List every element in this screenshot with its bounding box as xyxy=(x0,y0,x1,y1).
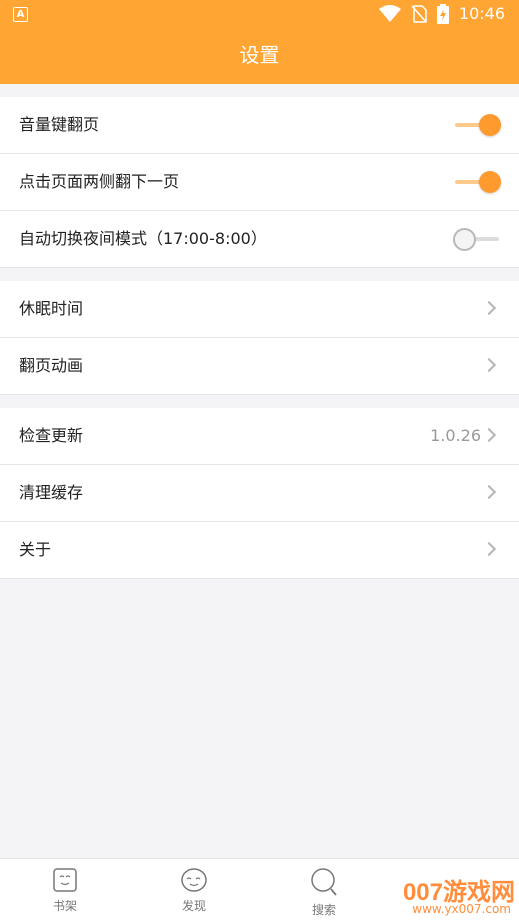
setting-label: 检查更新 xyxy=(19,426,84,445)
status-bar: A 10:46 xyxy=(0,0,519,28)
watermark-url: www.yx007.com xyxy=(412,902,511,916)
search-icon xyxy=(311,868,337,896)
setting-check-update[interactable]: 检查更新 1.0.26 xyxy=(0,408,519,465)
setting-tap-sides-next-page[interactable]: 点击页面两侧翻下一页 xyxy=(0,154,519,211)
switch-knob xyxy=(479,114,501,136)
discover-icon xyxy=(181,868,207,892)
setting-auto-night-mode[interactable]: 自动切换夜间模式（17:00-8:00） xyxy=(0,211,519,268)
bookshelf-icon xyxy=(53,868,77,892)
app-a-icon: A xyxy=(13,7,28,22)
chevron-right-icon xyxy=(481,484,497,500)
status-time: 10:46 xyxy=(458,4,505,23)
setting-label: 自动切换夜间模式（17:00-8:00） xyxy=(19,229,267,248)
setting-label: 音量键翻页 xyxy=(19,115,100,134)
switch-knob xyxy=(453,228,476,251)
settings-group-reading: 音量键翻页 点击页面两侧翻下一页 自动切换夜间模式（17:00-8:00） xyxy=(0,97,519,268)
setting-label: 翻页动画 xyxy=(19,356,84,375)
chevron-right-icon xyxy=(481,541,497,557)
switch-knob xyxy=(479,171,501,193)
battery-charging-icon xyxy=(436,4,449,24)
auto-night-mode-switch[interactable] xyxy=(453,227,501,251)
setting-about[interactable]: 关于 xyxy=(0,522,519,579)
setting-page-animation[interactable]: 翻页动画 xyxy=(0,338,519,395)
setting-label: 清理缓存 xyxy=(19,483,84,502)
tab-label: 书架 xyxy=(52,899,77,913)
tab-search[interactable]: 搜索 xyxy=(284,867,364,918)
setting-clear-cache[interactable]: 清理缓存 xyxy=(0,465,519,522)
tap-sides-switch[interactable] xyxy=(453,170,501,194)
chevron-right-icon xyxy=(481,300,497,316)
page-title: 设置 xyxy=(239,43,280,67)
settings-group-about: 检查更新 1.0.26 清理缓存 关于 xyxy=(0,408,519,579)
setting-sleep-time[interactable]: 休眠时间 xyxy=(0,281,519,338)
tab-label: 发现 xyxy=(181,899,206,913)
setting-label: 点击页面两侧翻下一页 xyxy=(19,172,180,191)
setting-label: 休眠时间 xyxy=(19,299,84,318)
version-value: 1.0.26 xyxy=(430,426,481,445)
no-sim-icon xyxy=(411,5,427,23)
chevron-right-icon xyxy=(481,357,497,373)
setting-label: 关于 xyxy=(19,540,52,559)
settings-group-display: 休眠时间 翻页动画 xyxy=(0,281,519,395)
setting-volume-page-turn[interactable]: 音量键翻页 xyxy=(0,97,519,154)
wifi-icon xyxy=(378,5,401,22)
app-header: A 10:46 设置 xyxy=(0,0,519,84)
volume-page-turn-switch[interactable] xyxy=(453,113,501,137)
tab-discover[interactable]: 发现 xyxy=(154,867,234,914)
chevron-right-icon xyxy=(481,427,497,443)
tab-label: 搜索 xyxy=(311,903,336,917)
tab-bookshelf[interactable]: 书架 xyxy=(25,867,105,914)
